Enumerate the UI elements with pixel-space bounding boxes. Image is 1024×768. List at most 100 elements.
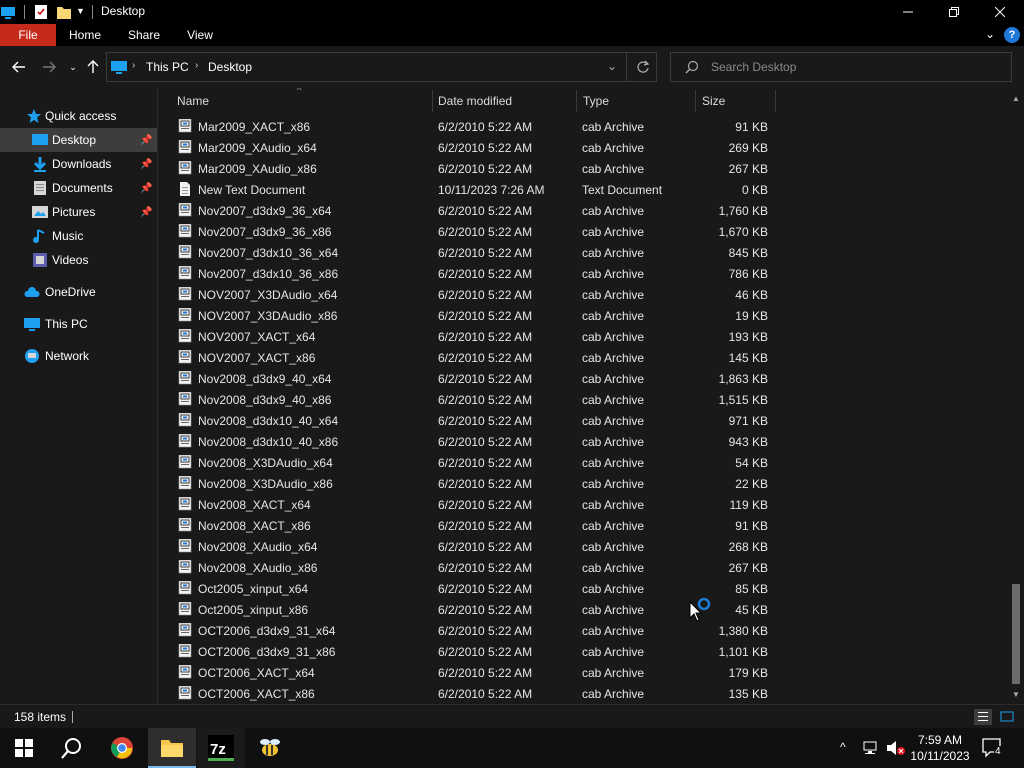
taskbar-bee-app[interactable] (246, 728, 294, 768)
action-center-button[interactable]: 4 (982, 738, 1004, 758)
nav-label: Downloads (52, 157, 112, 171)
vertical-scrollbar[interactable]: ▲ ▼ (1008, 88, 1024, 704)
show-hidden-icons-chevron-icon[interactable]: ^ (840, 740, 846, 754)
tab-home[interactable]: Home (62, 24, 108, 46)
file-row[interactable]: Oct2005_xinput_x86 6/2/2010 5:22 AM cab Ar… (158, 599, 778, 620)
breadcrumb-desktop[interactable]: Desktop (208, 60, 252, 74)
file-size: 1,670 KB (718, 225, 768, 239)
nav-item-onedrive[interactable]: OneDrive (0, 280, 157, 304)
scroll-down-icon[interactable]: ▼ (1012, 690, 1020, 699)
nav-label: Videos (52, 253, 89, 267)
file-row[interactable]: NOV2007_X3DAudio_x64 6/2/2010 5:22 AM cab … (158, 284, 778, 305)
nav-item-network[interactable]: Network (0, 344, 157, 368)
file-row[interactable]: OCT2006_XACT_x64 6/2/2010 5:22 AM cab Arch… (158, 662, 778, 683)
file-date-modified: 10/11/2023 7:26 AM (438, 183, 545, 197)
file-row[interactable]: Oct2005_xinput_x64 6/2/2010 5:22 AM cab Ar… (158, 578, 778, 599)
file-row[interactable]: OCT2006_d3dx9_31_x64 6/2/2010 5:22 AM cab … (158, 620, 778, 641)
file-list: ^ Name Date modified Type Size Mar2009_X… (158, 88, 1008, 704)
forward-button[interactable] (38, 56, 60, 78)
large-icons-view-button[interactable] (998, 709, 1016, 725)
nav-item-quick-access[interactable]: Quick access (0, 104, 157, 128)
minimize-button[interactable] (885, 0, 931, 24)
search-box[interactable]: Search Desktop (670, 52, 1012, 82)
column-divider[interactable] (695, 90, 696, 112)
details-view-button[interactable] (974, 709, 992, 725)
maximize-button[interactable] (931, 0, 977, 24)
column-header-type[interactable]: Type (583, 94, 609, 108)
expand-ribbon-chevron-icon[interactable]: ⌄ (985, 27, 995, 41)
file-row[interactable]: Nov2008_X3DAudio_x64 6/2/2010 5:22 AM cab … (158, 452, 778, 473)
address-history-chevron-icon[interactable]: ⌄ (607, 59, 617, 73)
file-type: cab Archive (582, 540, 645, 554)
column-divider[interactable] (775, 90, 776, 112)
taskbar-chrome[interactable] (98, 728, 146, 768)
file-row[interactable]: Nov2007_d3dx10_36_x64 6/2/2010 5:22 AM cab… (158, 242, 778, 263)
file-row[interactable]: Nov2008_d3dx10_40_x86 6/2/2010 5:22 AM cab… (158, 431, 778, 452)
file-row[interactable]: NOV2007_XACT_x86 6/2/2010 5:22 AM cab Arch… (158, 347, 778, 368)
file-row[interactable]: Mar2009_XAudio_x86 6/2/2010 5:22 AM cab Ar… (158, 158, 778, 179)
file-row[interactable]: Nov2008_XACT_x64 6/2/2010 5:22 AM cab Arch… (158, 494, 778, 515)
nav-item-videos[interactable]: Videos (0, 248, 157, 272)
column-header-name[interactable]: Name (177, 94, 209, 108)
column-header-date[interactable]: Date modified (438, 94, 512, 108)
start-button[interactable] (0, 728, 48, 768)
column-header-size[interactable]: Size (702, 94, 725, 108)
file-row[interactable]: Nov2008_XAudio_x86 6/2/2010 5:22 AM cab Ar… (158, 557, 778, 578)
volume-muted-icon[interactable] (886, 740, 906, 756)
file-date-modified: 6/2/2010 5:22 AM (438, 372, 533, 386)
nav-item-desktop[interactable]: Desktop 📌 (0, 128, 157, 152)
clock[interactable]: 7:59 AM 10/11/2023 (905, 732, 975, 764)
file-row[interactable]: Nov2008_d3dx10_40_x64 6/2/2010 5:22 AM cab… (158, 410, 778, 431)
refresh-icon[interactable] (636, 60, 650, 74)
close-button[interactable] (977, 0, 1023, 24)
file-row[interactable]: NOV2007_XACT_x64 6/2/2010 5:22 AM cab Arch… (158, 326, 778, 347)
file-row[interactable]: Nov2007_d3dx9_36_x86 6/2/2010 5:22 AM cab … (158, 221, 778, 242)
file-row[interactable]: Mar2009_XAudio_x64 6/2/2010 5:22 AM cab Ar… (158, 137, 778, 158)
nav-item-pictures[interactable]: Pictures 📌 (0, 200, 157, 224)
tab-view[interactable]: View (180, 24, 220, 46)
taskbar: 7z ^ 7:59 AM 10/11/2023 4 (0, 728, 1024, 768)
nav-item-documents[interactable]: Documents 📌 (0, 176, 157, 200)
nav-item-music[interactable]: Music (0, 224, 157, 248)
column-divider[interactable] (576, 90, 577, 112)
file-row[interactable]: Nov2008_XAudio_x64 6/2/2010 5:22 AM cab Ar… (158, 536, 778, 557)
customize-qa-chevron-icon[interactable]: ▼ (76, 6, 85, 22)
file-row[interactable]: Nov2008_d3dx9_40_x64 6/2/2010 5:22 AM cab … (158, 368, 778, 389)
recent-locations-button[interactable]: ⌄ (62, 56, 84, 78)
nav-item-this-pc[interactable]: This PC (0, 312, 157, 336)
file-row[interactable]: New Text Document 10/11/2023 7:26 AM Text … (158, 179, 778, 200)
back-button[interactable] (8, 56, 30, 78)
file-name: Nov2008_d3dx10_40_x64 (198, 414, 339, 428)
tab-file[interactable]: File (0, 24, 56, 46)
nav-label: This PC (45, 317, 88, 331)
file-row[interactable]: Nov2008_X3DAudio_x86 6/2/2010 5:22 AM cab … (158, 473, 778, 494)
address-bar[interactable]: › This PC › Desktop ⌄ (106, 52, 657, 82)
help-icon[interactable]: ? (1004, 27, 1020, 43)
file-size: 179 KB (728, 666, 768, 680)
navigation-bar: ⌄ › This PC › Desktop ⌄ Search Desktop (0, 46, 1024, 88)
taskbar-search-button[interactable] (48, 728, 96, 768)
column-divider[interactable] (432, 90, 433, 112)
tab-share[interactable]: Share (122, 24, 166, 46)
new-folder-icon[interactable] (56, 4, 72, 20)
taskbar-7zip[interactable]: 7z (197, 728, 245, 768)
breadcrumb-this-pc[interactable]: This PC (146, 60, 189, 74)
cab-archive-icon (178, 245, 192, 259)
file-row[interactable]: NOV2007_X3DAudio_x86 6/2/2010 5:22 AM cab … (158, 305, 778, 326)
properties-icon[interactable] (33, 4, 49, 20)
taskbar-file-explorer[interactable] (148, 728, 196, 768)
file-row[interactable]: Nov2007_d3dx10_36_x86 6/2/2010 5:22 AM cab… (158, 263, 778, 284)
file-row[interactable]: Nov2007_d3dx9_36_x64 6/2/2010 5:22 AM cab … (158, 200, 778, 221)
nav-label: Pictures (52, 205, 96, 219)
file-row[interactable]: OCT2006_d3dx9_31_x86 6/2/2010 5:22 AM cab … (158, 641, 778, 662)
nav-item-downloads[interactable]: Downloads 📌 (0, 152, 157, 176)
scroll-up-icon[interactable]: ▲ (1012, 94, 1020, 103)
up-button[interactable] (82, 56, 104, 78)
file-row[interactable]: Mar2009_XACT_x86 6/2/2010 5:22 AM cab Arch… (158, 116, 778, 137)
file-row[interactable]: Nov2008_d3dx9_40_x86 6/2/2010 5:22 AM cab … (158, 389, 778, 410)
file-row[interactable]: OCT2006_XACT_x86 6/2/2010 5:22 AM cab Arch… (158, 683, 778, 704)
scrollbar-thumb[interactable] (1012, 584, 1020, 684)
network-status-icon[interactable] (862, 740, 880, 756)
computer-icon[interactable] (0, 4, 16, 20)
file-row[interactable]: Nov2008_XACT_x86 6/2/2010 5:22 AM cab Arch… (158, 515, 778, 536)
